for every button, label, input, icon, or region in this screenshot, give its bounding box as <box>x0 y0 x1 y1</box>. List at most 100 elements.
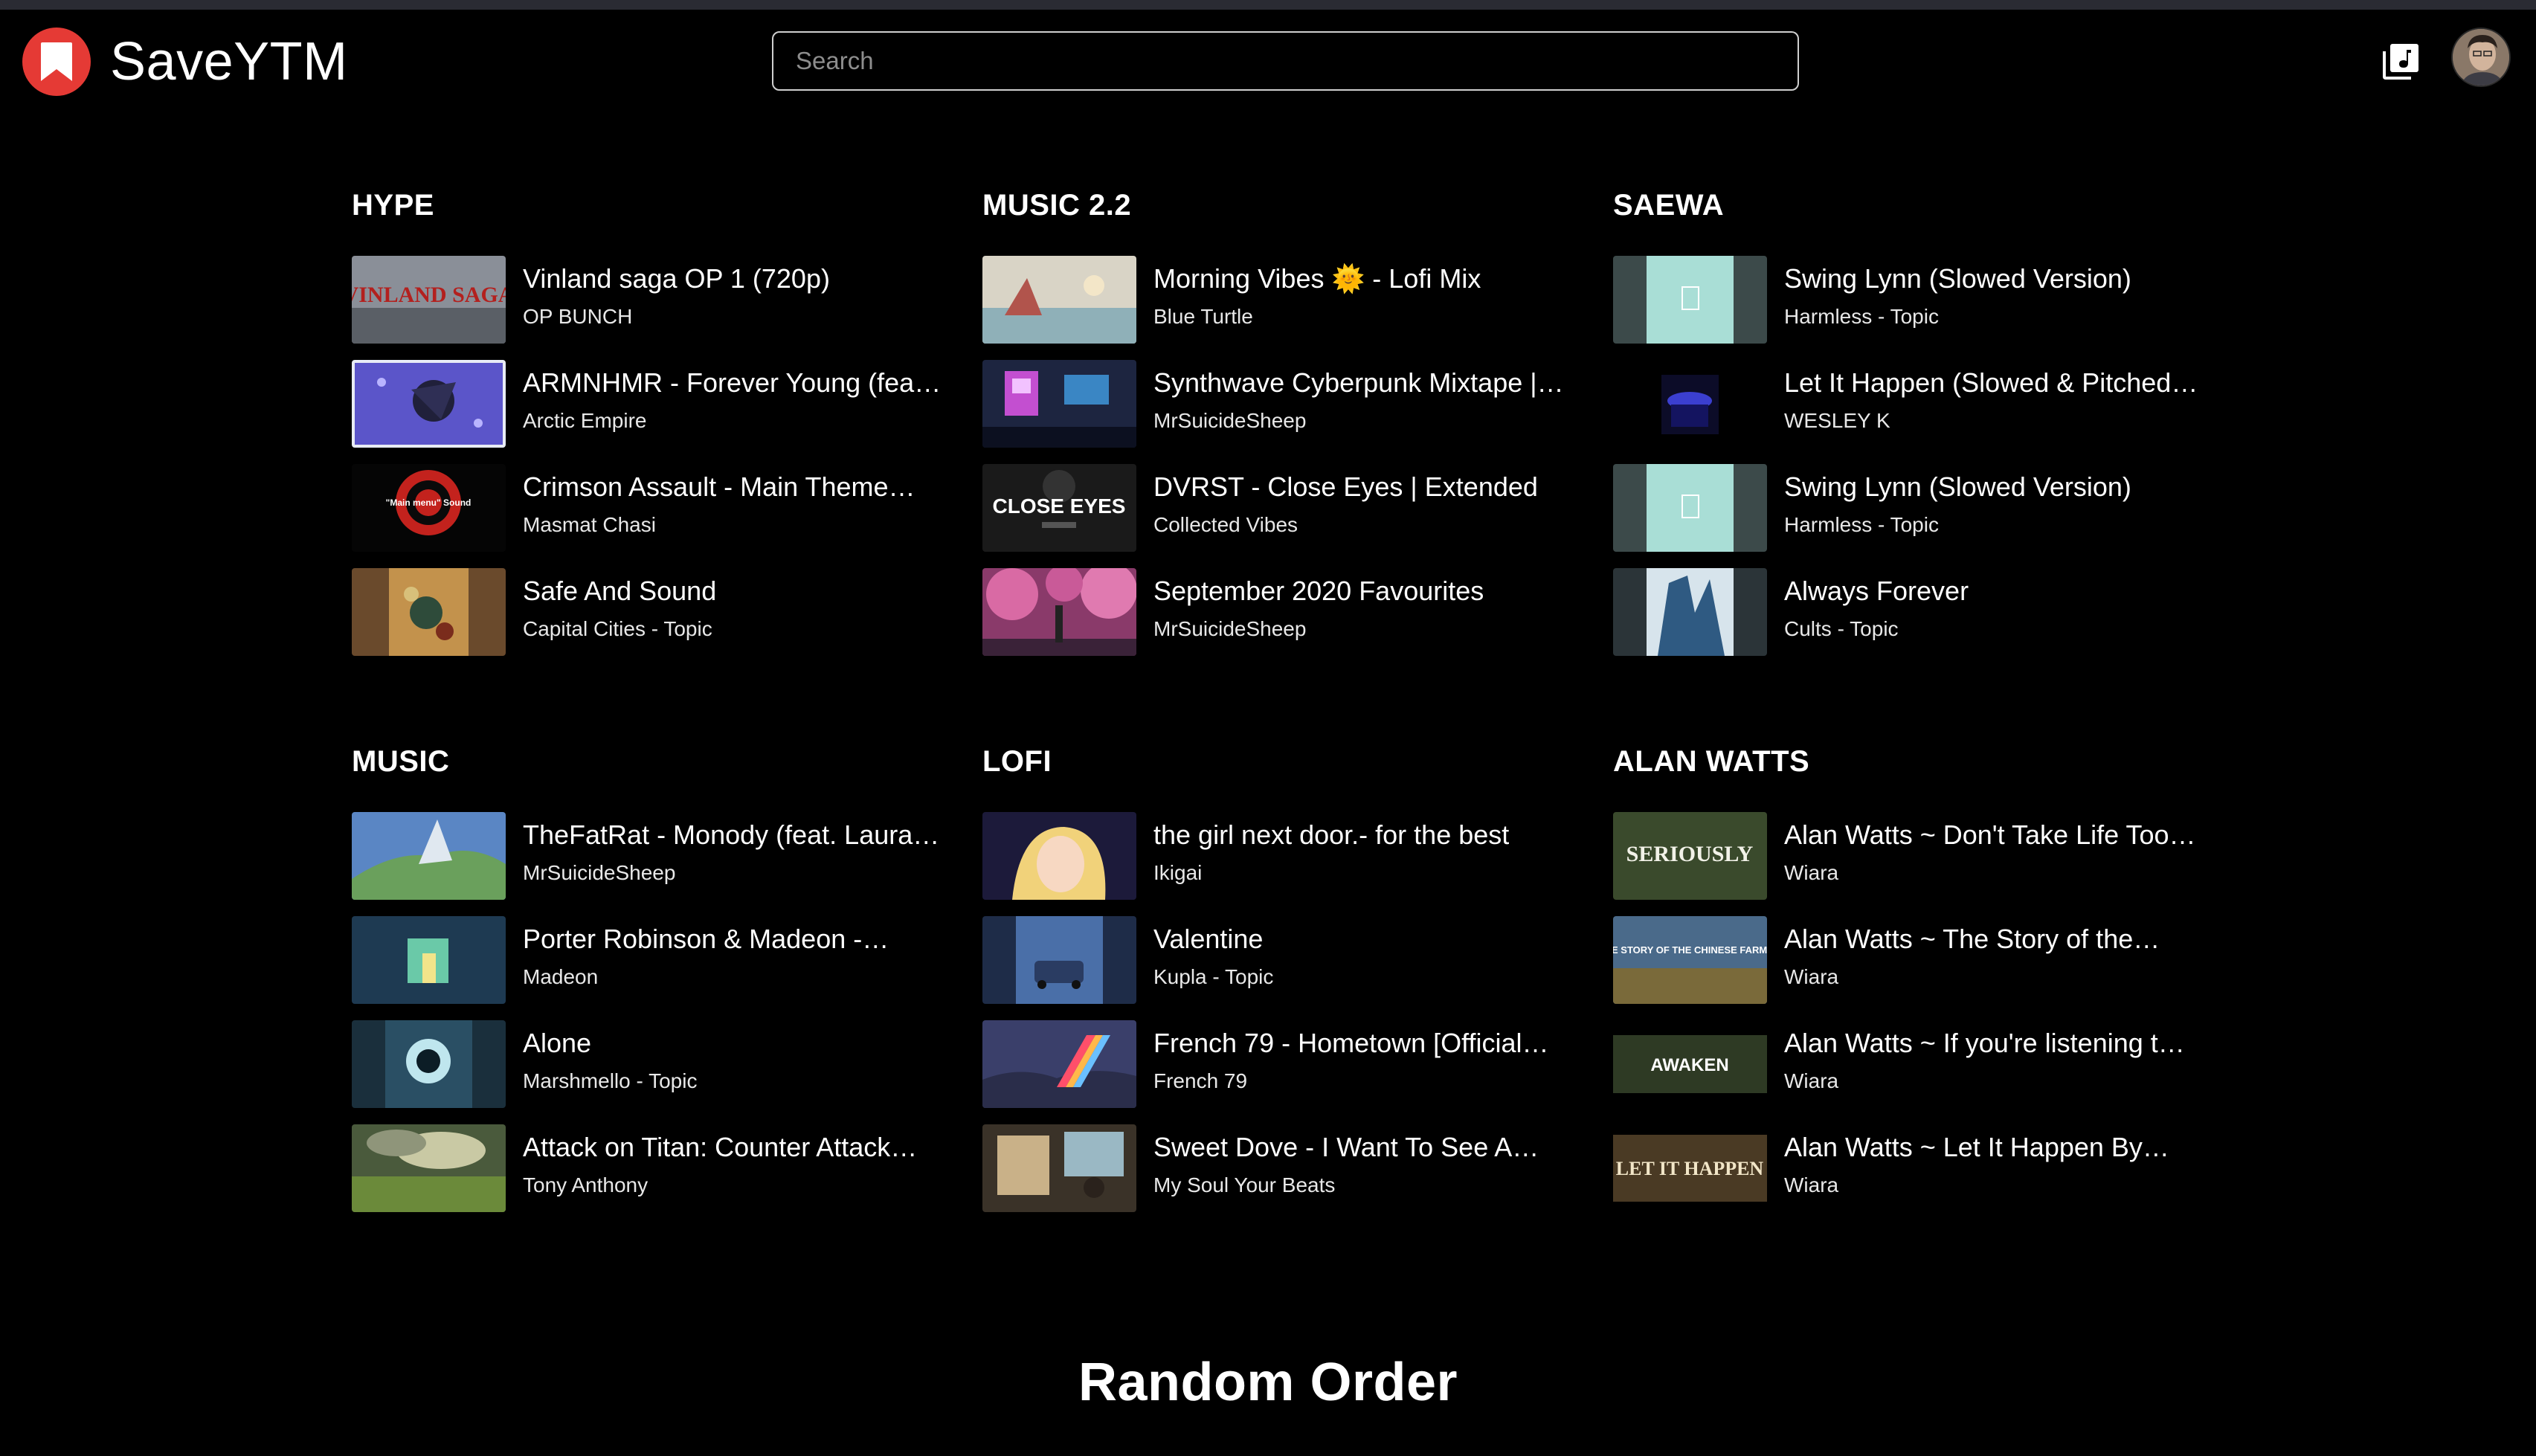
track-title[interactable]: September 2020 Favourites <box>1153 576 1577 607</box>
track-artist[interactable]: Marshmello - Topic <box>523 1069 947 1093</box>
app-frame <box>0 10 2536 1456</box>
search-bar[interactable] <box>772 31 1799 91</box>
list-item[interactable]: SERIOUSLY Alan Watts ~ Don't Take Life T… <box>1613 812 2208 900</box>
track-artist[interactable]: Collected Vibes <box>1153 513 1577 537</box>
track-title[interactable]: Safe And Sound <box>523 576 947 607</box>
track-artist[interactable]: French 79 <box>1153 1069 1577 1093</box>
list-item[interactable]: Swing Lynn (Slowed Version) Harmless - T… <box>1613 256 2208 344</box>
track-artist[interactable]: MrSuicideSheep <box>1153 409 1577 433</box>
list-item[interactable]: Attack on Titan: Counter Attack… Tony An… <box>352 1124 947 1212</box>
thumb-text: LET IT HAPPEN <box>1616 1158 1764 1179</box>
list-item[interactable]: Sweet Dove - I Want To See A… My Soul Yo… <box>982 1124 1577 1212</box>
music-library-icon[interactable] <box>2380 41 2421 83</box>
section-title[interactable]: SAEWA <box>1613 187 2208 223</box>
section-music-2-2: MUSIC 2.2 Morning Vibes 🌞 - Lofi Mix Blu… <box>982 187 1577 656</box>
track-title[interactable]: Attack on Titan: Counter Attack… <box>523 1132 947 1163</box>
track-artist[interactable]: Wiara <box>1784 1173 2208 1197</box>
track-artist[interactable]: OP BUNCH <box>523 305 947 329</box>
track-title[interactable]: Morning Vibes 🌞 - Lofi Mix <box>1153 263 1577 294</box>
app-name[interactable]: SaveYTM <box>110 28 348 95</box>
app-logo[interactable] <box>22 28 91 96</box>
thumbnail: VINLAND SAGA <box>352 256 506 344</box>
track-artist[interactable]: Cults - Topic <box>1784 617 2208 641</box>
track-artist[interactable]: Blue Turtle <box>1153 305 1577 329</box>
list-item[interactable]: VINLAND SAGA Vinland saga OP 1 (720p) OP… <box>352 256 947 344</box>
list-item[interactable]: Synthwave Cyberpunk Mixtape |… MrSuicide… <box>982 360 1577 448</box>
list-item[interactable]: THE STORY OF THE CHINESE FARMER Alan Wat… <box>1613 916 2208 1004</box>
track-title[interactable]: Synthwave Cyberpunk Mixtape |… <box>1153 367 1577 399</box>
list-item[interactable]: Safe And Sound Capital Cities - Topic <box>352 568 947 656</box>
thumb-text: VINLAND SAGA <box>352 283 506 307</box>
track-artist[interactable]: Wiara <box>1784 965 2208 989</box>
track-artist[interactable]: Arctic Empire <box>523 409 947 433</box>
thumbnail <box>982 1124 1136 1212</box>
track-title[interactable]: Always Forever <box>1784 576 2208 607</box>
thumbnail <box>352 916 506 1004</box>
section-title[interactable]: MUSIC <box>352 744 947 779</box>
track-title[interactable]: Alan Watts ~ Don't Take Life Too… <box>1784 819 2208 851</box>
track-title[interactable]: Alone <box>523 1028 947 1059</box>
list-item[interactable]: Always Forever Cults - Topic <box>1613 568 2208 656</box>
thumbnail <box>1613 464 1767 552</box>
track-title[interactable]: ARMNHMR - Forever Young (feat. … <box>523 367 947 399</box>
track-title[interactable]: Crimson Assault - Main Theme… <box>523 471 947 503</box>
list-item[interactable]: Let It Happen (Slowed & Pitched… WESLEY … <box>1613 360 2208 448</box>
list-item[interactable]: Swing Lynn (Slowed Version) Harmless - T… <box>1613 464 2208 552</box>
track-artist[interactable]: My Soul Your Beats <box>1153 1173 1577 1197</box>
track-title[interactable]: Porter Robinson & Madeon -… <box>523 924 947 955</box>
avatar[interactable] <box>2451 28 2511 87</box>
list-item[interactable]: Alone Marshmello - Topic <box>352 1020 947 1108</box>
track-title[interactable]: Vinland saga OP 1 (720p) <box>523 263 947 294</box>
track-title[interactable]: Alan Watts ~ If you're listening t… <box>1784 1028 2208 1059</box>
track-title[interactable]: the girl next door.- for the best <box>1153 819 1577 851</box>
track-title[interactable]: Alan Watts ~ The Story of the… <box>1784 924 2208 955</box>
search-input[interactable] <box>796 47 1798 75</box>
list-item[interactable]: the girl next door.- for the best Ikigai <box>982 812 1577 900</box>
list-item[interactable]: "Main menu" Sound Crimson Assault - Main… <box>352 464 947 552</box>
track-artist[interactable]: Kupla - Topic <box>1153 965 1577 989</box>
track-title[interactable]: Let It Happen (Slowed & Pitched… <box>1784 367 2208 399</box>
section-title[interactable]: ALAN WATTS <box>1613 744 2208 779</box>
thumb-text: AWAKEN <box>1650 1055 1728 1075</box>
track-artist[interactable]: WESLEY K <box>1784 409 2208 433</box>
thumb-text: CLOSE EYES <box>993 495 1126 518</box>
track-artist[interactable]: Harmless - Topic <box>1784 513 2208 537</box>
thumbnail: "Main menu" Sound <box>352 464 506 552</box>
section-title[interactable]: MUSIC 2.2 <box>982 187 1577 223</box>
track-artist[interactable]: Ikigai <box>1153 861 1577 885</box>
track-artist[interactable]: Masmat Chasi <box>523 513 947 537</box>
track-title[interactable]: Valentine <box>1153 924 1577 955</box>
track-artist[interactable]: Capital Cities - Topic <box>523 617 947 641</box>
track-artist[interactable]: Tony Anthony <box>523 1173 947 1197</box>
track-artist[interactable]: Wiara <box>1784 861 2208 885</box>
list-item[interactable]: CLOSE EYES DVRST - Close Eyes | Extended… <box>982 464 1577 552</box>
section-title[interactable]: HYPE <box>352 187 947 223</box>
track-title[interactable]: French 79 - Hometown [Official… <box>1153 1028 1577 1059</box>
track-artist[interactable]: Madeon <box>523 965 947 989</box>
track-title[interactable]: Swing Lynn (Slowed Version) <box>1784 471 2208 503</box>
thumbnail <box>982 812 1136 900</box>
track-artist[interactable]: MrSuicideSheep <box>1153 617 1577 641</box>
track-title[interactable]: Swing Lynn (Slowed Version) <box>1784 263 2208 294</box>
list-item[interactable]: September 2020 Favourites MrSuicideSheep <box>982 568 1577 656</box>
list-item[interactable]: Porter Robinson & Madeon -… Madeon <box>352 916 947 1004</box>
track-artist[interactable]: Wiara <box>1784 1069 2208 1093</box>
section-title[interactable]: LOFI <box>982 744 1577 779</box>
track-title[interactable]: DVRST - Close Eyes | Extended <box>1153 471 1577 503</box>
list-item[interactable]: TheFatRat - Monody (feat. Laura… MrSuici… <box>352 812 947 900</box>
track-title[interactable]: Sweet Dove - I Want To See A… <box>1153 1132 1577 1163</box>
track-artist[interactable]: MrSuicideSheep <box>523 861 947 885</box>
track-title[interactable]: TheFatRat - Monody (feat. Laura… <box>523 819 947 851</box>
track-title[interactable]: Alan Watts ~ Let It Happen By… <box>1784 1132 2208 1163</box>
list-item[interactable]: Valentine Kupla - Topic <box>982 916 1577 1004</box>
list-item[interactable]: ARMNHMR - Forever Young (feat. … Arctic … <box>352 360 947 448</box>
track-artist[interactable]: Harmless - Topic <box>1784 305 2208 329</box>
thumbnail <box>982 360 1136 448</box>
thumbnail: AWAKEN <box>1613 1020 1767 1108</box>
list-item[interactable]: AWAKEN Alan Watts ~ If you're listening … <box>1613 1020 2208 1108</box>
list-item[interactable]: Morning Vibes 🌞 - Lofi Mix Blue Turtle <box>982 256 1577 344</box>
window-top-bar <box>0 0 2536 10</box>
random-order-button[interactable]: Random Order <box>952 1352 1584 1413</box>
list-item[interactable]: LET IT HAPPEN Alan Watts ~ Let It Happen… <box>1613 1124 2208 1212</box>
list-item[interactable]: French 79 - Hometown [Official… French 7… <box>982 1020 1577 1108</box>
